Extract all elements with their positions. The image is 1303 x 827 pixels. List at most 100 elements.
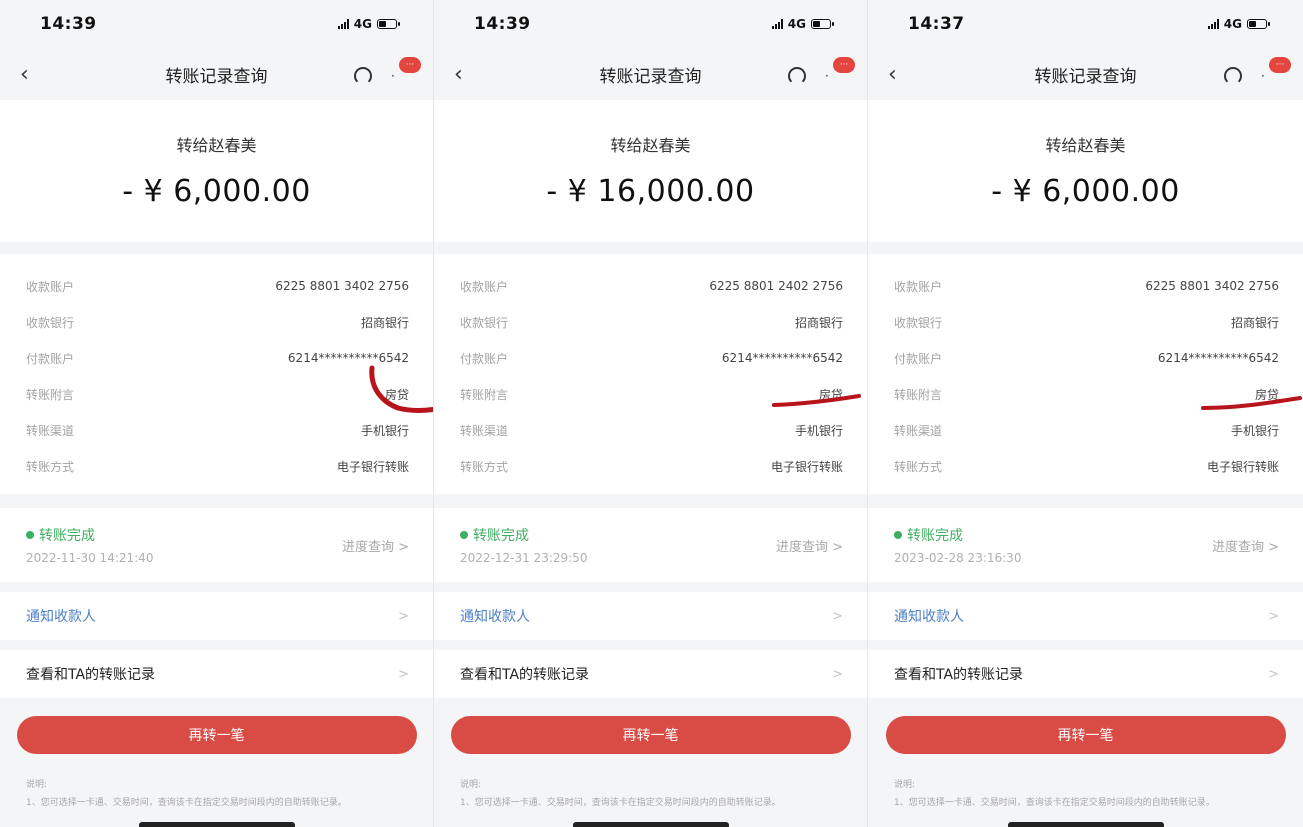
nav-actions: · ··· — [787, 57, 855, 85]
home-indicator — [138, 822, 295, 827]
nav-actions: · ··· — [353, 57, 421, 85]
battery-icon — [1247, 19, 1270, 29]
transfer-history-label: 查看和TA的转账记录 — [26, 667, 156, 683]
transfer-amount: - ¥ 6,000.00 — [991, 174, 1180, 209]
transfer-status-card: 转账完成 2023-02-28 23:16:30 进度查询 > — [868, 508, 1303, 582]
detail-value: 电子银行转账 — [1206, 459, 1279, 474]
detail-row: 转账方式 电子银行转账 — [894, 448, 1279, 484]
detail-row: 转账附言 房贷 — [460, 376, 843, 412]
transfer-again-button[interactable]: 再转一笔 — [450, 716, 851, 754]
notes-text: 1、您可选择一卡通、交易时间，查询该卡在指定交易时间段内的自助转账记录。 — [26, 798, 347, 808]
signal-icon — [1207, 19, 1219, 29]
detail-value: 6225 8801 2402 2756 — [709, 279, 843, 293]
detail-value: 手机银行 — [1230, 423, 1279, 438]
detail-row: 转账渠道 手机银行 — [26, 412, 409, 448]
chevron-right-icon: > — [832, 666, 843, 682]
home-indicator — [1007, 822, 1164, 827]
detail-value: 6214**********6542 — [1157, 351, 1279, 365]
detail-label: 收款银行 — [26, 315, 75, 330]
back-arrow-icon[interactable]: ‹ — [20, 62, 50, 87]
progress-query-link[interactable]: 进度查询 > — [342, 536, 409, 555]
payee-title: 转给赵春美 — [176, 136, 257, 155]
detail-label: 转账渠道 — [894, 423, 943, 438]
detail-row: 转账渠道 手机银行 — [894, 412, 1279, 448]
detail-row: 转账方式 电子银行转账 — [460, 448, 843, 484]
detail-row: 付款账户 6214**********6542 — [460, 340, 843, 376]
detail-value: 招商银行 — [794, 315, 843, 330]
notes-title: 说明: — [26, 780, 48, 790]
nav-bar: ‹ 转账记录查询 · ··· — [868, 48, 1303, 100]
detail-row: 收款账户 6225 8801 3402 2756 — [26, 268, 409, 304]
customer-service-icon[interactable] — [787, 66, 806, 85]
transfer-amount: - ¥ 6,000.00 — [122, 174, 311, 209]
transfer-summary: 转给赵春美 - ¥ 6,000.00 — [868, 100, 1303, 242]
detail-row: 付款账户 6214**********6542 — [26, 340, 409, 376]
signal-icon — [337, 19, 349, 29]
transfer-summary: 转给赵春美 - ¥ 16,000.00 — [434, 100, 867, 242]
chevron-right-icon: > — [1268, 666, 1279, 682]
detail-label: 付款账户 — [460, 351, 509, 366]
transfer-history-row[interactable]: 查看和TA的转账记录 > — [0, 650, 433, 698]
progress-query-link[interactable]: 进度查询 > — [776, 536, 843, 555]
status-dot-icon — [460, 531, 468, 539]
detail-label: 转账方式 — [460, 459, 509, 474]
detail-value: 电子银行转账 — [336, 459, 409, 474]
message-icon[interactable]: · ··· — [1261, 57, 1291, 83]
back-arrow-icon[interactable]: ‹ — [454, 62, 484, 87]
status-icons: 4G — [1207, 17, 1270, 31]
transfer-again-button[interactable]: 再转一笔 — [885, 716, 1286, 754]
detail-label: 付款账户 — [26, 351, 75, 366]
status-time: 14:39 — [474, 14, 531, 34]
status-bar: 14:39 4G — [0, 0, 433, 48]
status-timestamp: 2022-11-30 14:21:40 — [26, 551, 154, 565]
detail-row: 付款账户 6214**********6542 — [894, 340, 1279, 376]
nav-actions: · ··· — [1223, 57, 1291, 85]
notes-title: 说明: — [460, 780, 482, 790]
detail-row: 转账方式 电子银行转账 — [26, 448, 409, 484]
detail-label: 转账渠道 — [460, 423, 509, 438]
notes-title: 说明: — [894, 780, 916, 790]
detail-row: 收款银行 招商银行 — [26, 304, 409, 340]
payee-title: 转给赵春美 — [1045, 136, 1126, 155]
transfer-status-card: 转账完成 2022-12-31 23:29:50 进度查询 > — [434, 508, 867, 582]
nav-bar: ‹ 转账记录查询 · ··· — [434, 48, 867, 100]
screenshot-collage: 14:39 4G ‹ 转账记录查询 · ··· 转给赵春美 - ¥ 6,000.0… — [0, 0, 1303, 827]
customer-service-icon[interactable] — [1223, 66, 1242, 85]
detail-label: 转账渠道 — [26, 423, 75, 438]
notes-section: 说明: 1、您可选择一卡通、交易时间，查询该卡在指定交易时间段内的自助转账记录。 — [434, 754, 867, 812]
home-indicator — [572, 822, 729, 827]
message-icon[interactable]: · ··· — [825, 57, 855, 83]
chevron-right-icon: > — [832, 608, 843, 624]
transfer-details: 收款账户 6225 8801 2402 2756 收款银行 招商银行 付款账户 621… — [434, 254, 867, 494]
transfer-again-button[interactable]: 再转一笔 — [16, 716, 417, 754]
detail-row: 转账附言 房贷 — [26, 376, 409, 412]
chevron-right-icon: > — [398, 608, 409, 624]
detail-value: 电子银行转账 — [770, 459, 843, 474]
transfer-history-row[interactable]: 查看和TA的转账记录 > — [434, 650, 867, 698]
detail-label: 收款账户 — [460, 279, 509, 294]
status-text: 转账完成 — [39, 528, 95, 544]
network-type: 4G — [787, 17, 806, 31]
customer-service-icon[interactable] — [353, 66, 372, 85]
notes-section: 说明: 1、您可选择一卡通、交易时间，查询该卡在指定交易时间段内的自助转账记录。 — [0, 754, 433, 812]
notify-payee-row[interactable]: 通知收款人 > — [0, 592, 433, 640]
back-arrow-icon[interactable]: ‹ — [888, 62, 918, 87]
notify-payee-row[interactable]: 通知收款人 > — [434, 592, 867, 640]
status-label: 转账完成 — [26, 525, 153, 545]
nav-bar: ‹ 转账记录查询 · ··· — [0, 48, 433, 100]
status-info: 转账完成 2023-02-28 23:16:30 — [894, 525, 1021, 565]
detail-value: 房贷 — [384, 387, 409, 402]
transfer-status-card: 转账完成 2022-11-30 14:21:40 进度查询 > — [0, 508, 433, 582]
detail-row: 转账渠道 手机银行 — [460, 412, 843, 448]
message-icon[interactable]: · ··· — [391, 57, 421, 83]
transfer-history-row[interactable]: 查看和TA的转账记录 > — [868, 650, 1303, 698]
detail-value: 手机银行 — [794, 423, 843, 438]
notes-section: 说明: 1、您可选择一卡通、交易时间，查询该卡在指定交易时间段内的自助转账记录。 — [868, 754, 1303, 812]
detail-label: 转账方式 — [894, 459, 943, 474]
progress-query-link[interactable]: 进度查询 > — [1212, 536, 1279, 555]
detail-label: 收款账户 — [26, 279, 75, 294]
status-icons: 4G — [337, 17, 400, 31]
detail-row: 收款银行 招商银行 — [894, 304, 1279, 340]
transfer-summary: 转给赵春美 - ¥ 6,000.00 — [0, 100, 433, 242]
notify-payee-row[interactable]: 通知收款人 > — [868, 592, 1303, 640]
